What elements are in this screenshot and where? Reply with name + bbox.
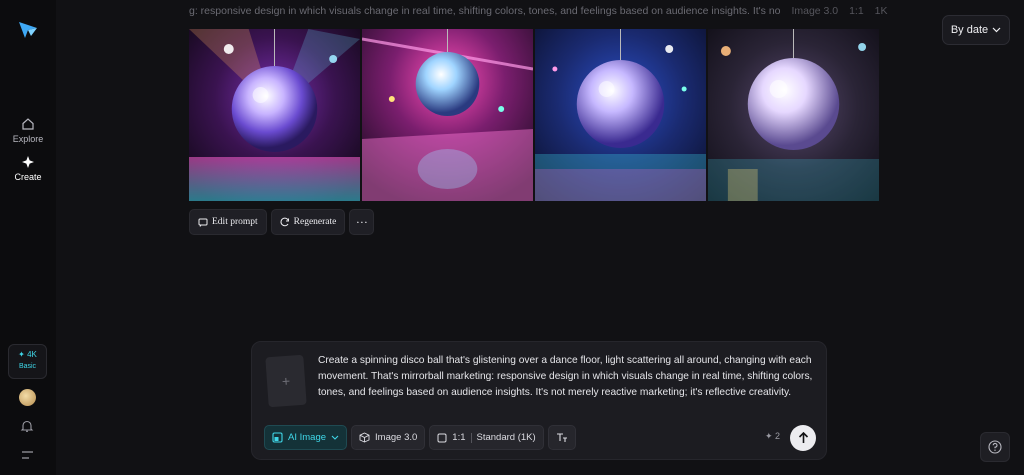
edit-prompt-label: Edit prompt xyxy=(212,217,258,227)
model-selector[interactable]: Image 3.0 xyxy=(351,425,426,450)
model-label: Image 3.0 xyxy=(375,432,418,443)
plan-label: Basic xyxy=(18,363,37,370)
cube-icon xyxy=(359,432,370,443)
question-icon xyxy=(988,440,1002,454)
text-format-button[interactable] xyxy=(547,425,576,450)
home-icon xyxy=(22,118,34,130)
ratio-label: 1:1 xyxy=(452,432,466,443)
prompt-panel: + Create a spinning disco ball that's gl… xyxy=(251,341,827,460)
plus-icon: + xyxy=(281,372,291,390)
previous-prompt: g: responsive design in which visuals ch… xyxy=(189,5,889,19)
sidebar-item-explore[interactable]: Explore xyxy=(0,117,56,144)
generate-button[interactable] xyxy=(790,425,816,451)
generation-toolbar: AI Image Image 3.0 1:1 Standard (1K) xyxy=(264,425,576,450)
bell-icon[interactable] xyxy=(20,419,34,433)
chevron-down-icon xyxy=(992,27,1001,33)
logo-icon[interactable] xyxy=(17,20,39,40)
sort-label: By date xyxy=(950,24,989,36)
edit-prompt-button[interactable]: Edit prompt xyxy=(189,209,267,235)
text-format-icon xyxy=(556,433,567,442)
previous-prompt-text: g: responsive design in which visuals ch… xyxy=(189,5,781,17)
divider xyxy=(470,432,472,443)
help-button[interactable] xyxy=(980,432,1010,462)
arrow-up-icon xyxy=(798,432,808,443)
more-label: ··· xyxy=(355,214,368,229)
menu-icon[interactable] xyxy=(21,450,34,460)
chevron-down-icon xyxy=(331,435,339,440)
credits-badge[interactable]: ✦ 4K Basic xyxy=(8,344,47,379)
avatar[interactable] xyxy=(19,389,36,406)
sidebar-item-label: Create xyxy=(14,172,42,182)
prompt-input[interactable]: Create a spinning disco ball that's glis… xyxy=(318,353,818,401)
sort-dropdown[interactable]: By date xyxy=(942,15,1010,45)
edit-icon xyxy=(198,218,208,227)
credit-cost: ✦ 2 xyxy=(765,431,781,441)
refresh-icon xyxy=(280,217,289,227)
sidebar: Explore Create ✦ 4K Basic xyxy=(0,0,56,475)
generated-image[interactable] xyxy=(189,29,360,201)
ratio-tag: 1:1 xyxy=(849,5,864,17)
generated-image[interactable] xyxy=(708,29,879,201)
sidebar-item-create[interactable]: Create xyxy=(0,155,56,182)
image-icon xyxy=(272,432,283,443)
regenerate-label: Regenerate xyxy=(293,217,337,227)
image-gallery xyxy=(189,29,879,201)
ratio-quality-selector[interactable]: 1:1 Standard (1K) xyxy=(429,425,544,450)
resolution-tag: 1K xyxy=(874,5,888,17)
sparkle-icon xyxy=(22,156,34,168)
sidebar-item-label: Explore xyxy=(12,134,44,144)
add-reference-image-button[interactable]: + xyxy=(265,354,307,408)
generated-image[interactable] xyxy=(535,29,706,201)
ai-image-type-dropdown[interactable]: AI Image xyxy=(264,425,348,450)
generated-image[interactable] xyxy=(362,29,533,201)
regenerate-button[interactable]: Regenerate xyxy=(270,209,346,235)
type-label: AI Image xyxy=(288,432,327,443)
more-options-button[interactable]: ··· xyxy=(349,209,375,235)
aspect-ratio-icon xyxy=(437,433,447,442)
model-tag: Image 3.0 xyxy=(791,5,839,17)
image-actions: Edit prompt Regenerate ··· xyxy=(189,209,375,235)
quality-label: Standard (1K) xyxy=(476,432,536,443)
credits-amount: ✦ 4K xyxy=(18,350,37,359)
